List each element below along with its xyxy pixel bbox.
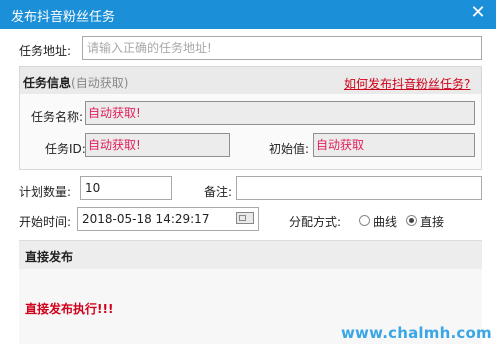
radio-direct[interactable] [406, 215, 417, 226]
task-info-subtitle: (自动获取) [71, 76, 129, 90]
task-url-placeholder: 请输入正确的任务地址! [87, 41, 212, 55]
radio-curve[interactable] [359, 215, 370, 226]
plan-qty-input[interactable]: 10 [80, 176, 172, 200]
window-title: 发布抖音粉丝任务 [11, 10, 116, 25]
title-bar: 发布抖音粉丝任务 ✕ [0, 0, 496, 29]
direct-publish-message: 直接发布执行!!! [25, 302, 114, 316]
task-url-label: 任务地址: [19, 44, 72, 58]
task-id-label: 任务ID: [45, 142, 86, 156]
close-icon[interactable]: ✕ [468, 3, 488, 23]
remark-input[interactable] [236, 176, 482, 200]
initial-value-field: 自动获取 [313, 133, 475, 157]
task-info-section: 任务信息(自动获取) 如何发布抖音粉丝任务? 任务名称: 自动获取! 任务ID:… [19, 66, 482, 170]
watermark: www.chalmh.com [341, 324, 492, 342]
direct-publish-title: 直接发布 [25, 250, 74, 264]
start-time-label: 开始时间: [19, 215, 72, 229]
task-name-label: 任务名称: [31, 110, 84, 124]
plan-qty-label: 计划数量: [19, 185, 72, 199]
radio-curve-label[interactable]: 曲线 [373, 213, 397, 230]
help-link[interactable]: 如何发布抖音粉丝任务? [344, 75, 470, 92]
radio-direct-label[interactable]: 直接 [420, 213, 444, 230]
task-info-title: 任务信息(自动获取) [23, 76, 129, 90]
initial-value-label: 初始值: [269, 142, 310, 156]
task-url-input[interactable]: 请输入正确的任务地址! [82, 36, 482, 60]
distribution-label: 分配方式: [289, 215, 342, 229]
start-time-input[interactable]: 2018-05-18 14:29:17 [77, 207, 259, 231]
remark-label: 备注: [204, 185, 233, 199]
task-id-field: 自动获取! [85, 133, 230, 157]
calendar-icon[interactable] [236, 212, 254, 224]
task-info-header: 任务信息(自动获取) 如何发布抖音粉丝任务? [20, 67, 481, 94]
direct-publish-header: 直接发布 [19, 241, 482, 269]
task-name-field: 自动获取! [85, 101, 475, 125]
